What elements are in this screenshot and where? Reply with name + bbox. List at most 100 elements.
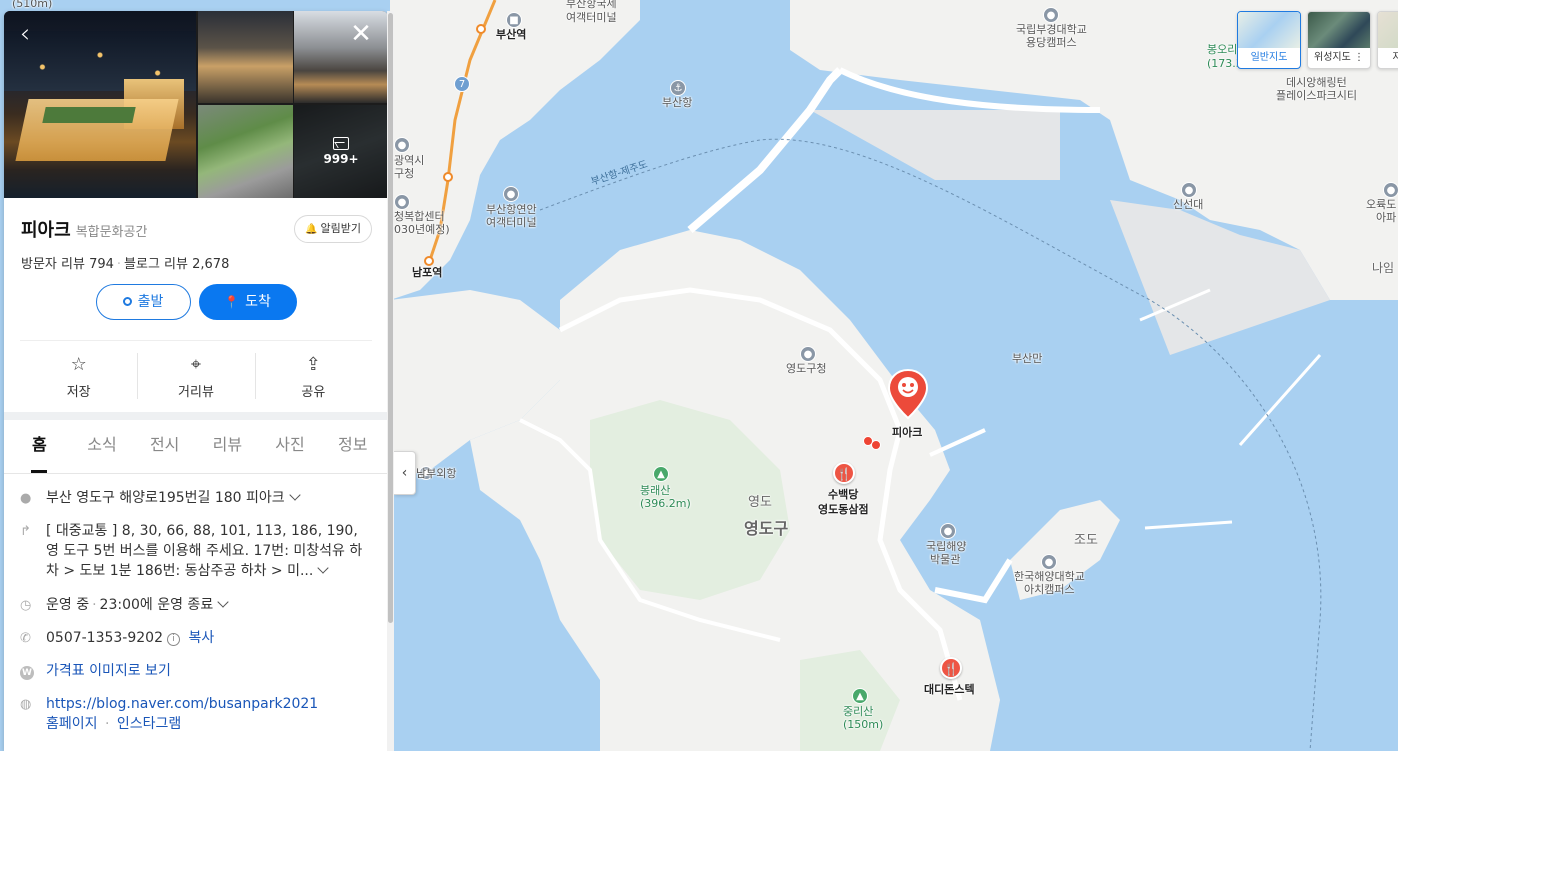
selected-place-label[interactable]: 피아크 (892, 426, 922, 439)
info-icon[interactable]: i (167, 633, 180, 646)
mountain-icon: ▲ (653, 466, 669, 482)
tab-news[interactable]: 소식 (71, 420, 134, 473)
directions-row[interactable]: ↱ [ 대중교통 ] 8, 30, 66, 88, 101, 113, 186,… (20, 521, 372, 581)
section-divider (4, 412, 388, 420)
location-pin-icon: 📍 (224, 295, 240, 309)
close-button[interactable]: ✕ (346, 19, 376, 49)
map-label-intl-terminal-2: 여객터미널 (566, 11, 617, 24)
address-row[interactable]: ● 부산 영도구 해양로195번길 180 피아크 (20, 488, 372, 509)
collapse-panel-button[interactable]: ‹ (394, 451, 416, 495)
map-label-top-left: (510m) (12, 0, 53, 10)
review-summary: 방문자 리뷰 794 · 블로그 리뷰 2,678 (21, 257, 230, 272)
map-label-nambu-port: 남부외항 (416, 467, 457, 480)
save-button[interactable]: ☆ 저장 (20, 353, 137, 400)
directions-text: [ 대중교통 ] 8, 30, 66, 88, 101, 113, 186, 1… (46, 523, 363, 579)
clock-icon: ◷ (20, 598, 32, 613)
price-image-link[interactable]: 가격표 이미지로 보기 (46, 663, 171, 679)
homepage-link[interactable]: 홈페이지 (46, 716, 98, 732)
satellite-map-thumbnail (1308, 12, 1370, 48)
chevron-left-icon: ‹ (401, 465, 408, 481)
alert-subscribe-button[interactable]: 🔔 알림받기 (294, 215, 372, 243)
bell-icon: 🔔 (305, 224, 318, 235)
tab-photos[interactable]: 사진 (259, 420, 322, 473)
maptype-satellite-button[interactable]: 위성지도 ⋮ (1307, 11, 1371, 69)
map-label-yeongdo-gu: 영도구 (744, 519, 789, 538)
share-icon: ⇪ (305, 354, 321, 375)
map-label-bongnaesan-1: 봉래산 (640, 484, 671, 497)
website-link[interactable]: https://blog.naver.com/busanpark2021 (46, 696, 318, 712)
port-icon: ⚓ (670, 80, 686, 96)
selected-place-pin[interactable] (888, 368, 928, 420)
route-badge: 7 (454, 76, 470, 92)
visitor-review-link[interactable]: 방문자 리뷰 794 (21, 257, 114, 272)
photo-thumb[interactable] (198, 105, 293, 198)
maptype-other-label: 지 (1378, 48, 1398, 68)
tab-home[interactable]: 홈 (8, 420, 71, 473)
instagram-link[interactable]: 인스타그램 (117, 716, 181, 732)
chevron-left-icon: ‹ (19, 19, 31, 49)
city-hall-icon: ● (394, 137, 410, 153)
maptype-normal-label: 일반지도 (1250, 52, 1288, 63)
scrollbar-thumb[interactable] (388, 13, 393, 623)
university-icon: ● (1041, 554, 1057, 570)
address-text: 부산 영도구 해양로195번길 180 피아크 (46, 490, 285, 506)
tab-exhibition[interactable]: 전시 (133, 420, 196, 473)
back-button[interactable]: ‹ (10, 19, 40, 49)
photo-thumb[interactable] (198, 11, 293, 103)
panel-scrollbar[interactable] (387, 11, 394, 751)
photo-count: 999+ (323, 152, 359, 166)
website-row: ◍ https://blog.naver.com/busanpark2021 홈… (20, 696, 319, 732)
map-viewport[interactable]: 7 (510m) ■ 부산역 부산항국제 여객터미널 ⚓ 부산항 ● 광역시 구… (0, 0, 1398, 751)
chevron-down-icon[interactable] (317, 562, 329, 574)
price-badge-icon: W (20, 666, 34, 680)
map-pin-icon: ● (20, 491, 32, 506)
tab-info[interactable]: 정보 (321, 420, 384, 473)
chevron-down-icon[interactable] (289, 489, 301, 501)
start-circle-icon (122, 297, 132, 306)
map-label-kmou-1: 한국해양대학교 (1014, 570, 1085, 583)
place-header: 피아크 복합문화공간 🔔 알림받기 방문자 리뷰 794 · 블로그 리뷰 2,678 (4, 198, 388, 284)
hours-row[interactable]: ◷ 운영 중 · 23:00에 운영 종료 (20, 595, 372, 616)
map-label-pknu-1: 국립부경대학교 (1016, 23, 1087, 36)
map-label-oryukdo-2: 아파 (1376, 211, 1397, 224)
map-label-city-hall-1: 광역시 (394, 154, 425, 167)
copy-phone-button[interactable]: 복사 (188, 630, 214, 646)
restaurant-label-line1[interactable]: 대디돈스텍 (924, 683, 975, 696)
restaurant-pin[interactable]: 🍴 (833, 462, 855, 484)
apartment-icon: ● (1383, 182, 1398, 198)
restaurant-label-line2[interactable]: 영도동삼점 (818, 503, 869, 516)
map-label-desiang-2: 플레이스파크시티 (1276, 89, 1357, 102)
blog-review-link[interactable]: 블로그 리뷰 2,678 (124, 257, 229, 272)
place-detail-panel: 999+ ‹ ✕ 피아크 복합문화공간 🔔 알림받기 방문자 리뷰 794 · 블로그… (4, 11, 388, 751)
restaurant-pin[interactable]: 🍴 (940, 657, 962, 679)
restaurant-label-line1[interactable]: 수백당 (828, 488, 858, 501)
map-label-intl-terminal-1: 부산항국제 (566, 0, 617, 10)
terrain-map-thumbnail (1378, 12, 1398, 48)
chevron-down-icon[interactable] (217, 596, 229, 608)
maptype-normal-button[interactable]: 일반지도 (1237, 11, 1301, 69)
small-marker-dot[interactable] (871, 440, 881, 450)
map-label-pknu-2: 용당캠퍼스 (1026, 36, 1077, 49)
street-view-button[interactable]: ⌖ 거리뷰 (137, 353, 254, 400)
map-label-museum-2: 박물관 (930, 553, 961, 566)
photo-gallery[interactable]: 999+ ‹ ✕ (4, 11, 388, 198)
place-category: 복합문화공간 (75, 225, 148, 240)
gucheong-icon: ● (800, 346, 816, 362)
map-label-nami: 나임 (1372, 261, 1395, 275)
more-vertical-icon: ⋮ (1354, 52, 1364, 63)
action-bar: ☆ 저장 ⌖ 거리뷰 ⇪ 공유 (20, 340, 372, 412)
map-label-jungnisan-2: (150m) (843, 718, 884, 731)
photo-more-thumb[interactable]: 999+ (294, 105, 388, 198)
map-label-oryukdo-1: 오륙도 (1366, 198, 1397, 211)
route-start-button[interactable]: 출발 (95, 284, 191, 320)
university-icon: ● (1043, 7, 1059, 23)
map-label-bongori-1: 봉오리 (1207, 43, 1238, 56)
map-label-city-hall-2: 구청 (394, 167, 415, 180)
share-button[interactable]: ⇪ 공유 (254, 353, 372, 400)
route-end-button[interactable]: 📍 도착 (198, 284, 297, 320)
map-label-coastal-terminal-2: 여객터미널 (486, 216, 537, 229)
tab-reviews[interactable]: 리뷰 (196, 420, 259, 473)
maptype-other-button[interactable]: 지 (1377, 11, 1398, 69)
place-title: 피아크 (21, 220, 71, 241)
map-label-jodo: 조도 (1074, 533, 1098, 548)
